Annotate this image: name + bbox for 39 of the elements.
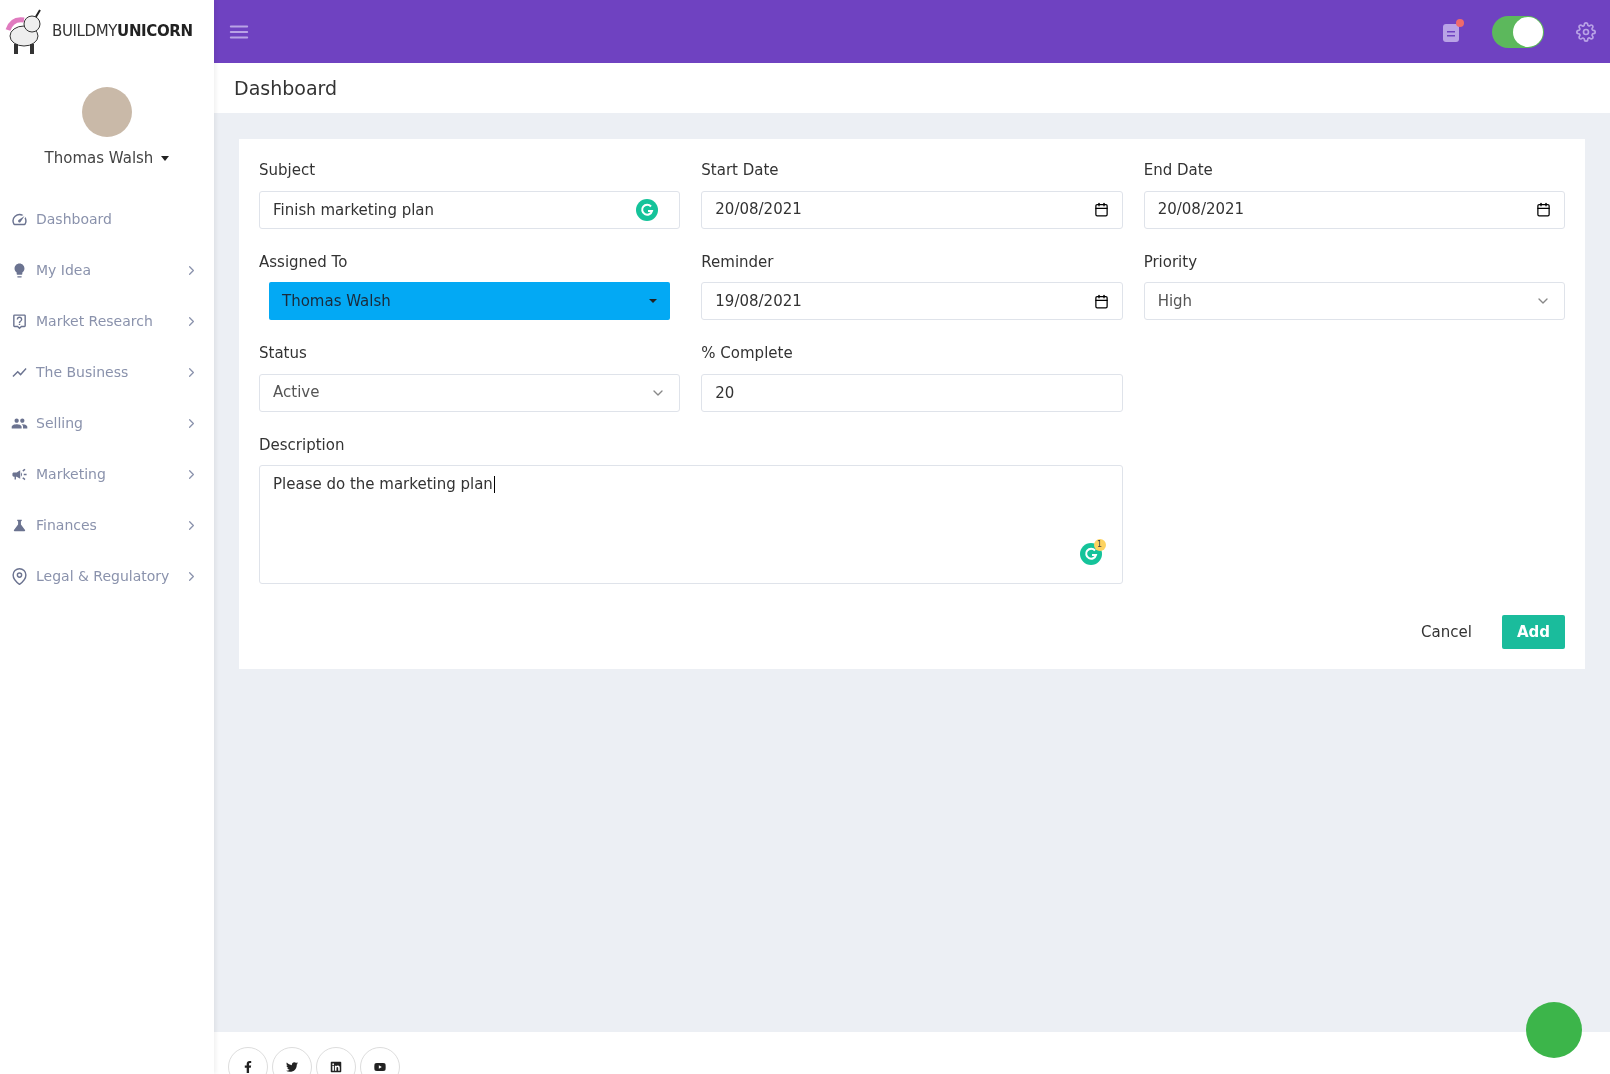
text-field[interactable]: Finish marketing plan [259, 190, 681, 229]
page-title: Dashboard [234, 75, 338, 101]
chat-button[interactable] [1526, 1002, 1582, 1058]
field-label: End Date [1143, 160, 1214, 181]
notification-count: 1 [1093, 538, 1106, 551]
field-label: Priority [1143, 251, 1199, 273]
select-field[interactable]: High [1143, 282, 1565, 320]
question-bubble-icon [11, 312, 28, 330]
settings-icon[interactable] [1576, 21, 1596, 42]
user-menu[interactable]: Thomas Walsh [44, 147, 170, 170]
cancel-button[interactable]: Cancel [1421, 615, 1472, 649]
field-label: Status [259, 343, 308, 364]
select-field[interactable]: Active [259, 373, 681, 412]
field-label: Reminder [701, 251, 775, 273]
calendar-icon[interactable] [1093, 202, 1109, 217]
field-label: Start Date [701, 160, 780, 181]
field-value: Please do the marketing plan [273, 475, 493, 493]
caret-icon [649, 299, 658, 303]
avatar [82, 87, 132, 137]
map-pin-icon [11, 567, 28, 585]
date-field[interactable]: 20/08/2021 [1143, 190, 1565, 229]
bird-icon [286, 1061, 298, 1073]
date-field[interactable]: 20/08/2021 [701, 190, 1123, 229]
field-label: % Complete [701, 343, 794, 364]
caret-icon [161, 155, 170, 161]
calendar-icon[interactable] [1093, 293, 1109, 309]
field-label: Description [259, 434, 346, 456]
text-field[interactable]: 20 [701, 373, 1123, 412]
toggle-switch[interactable] [1492, 15, 1544, 48]
facebook-icon [242, 1061, 254, 1073]
play-icon [374, 1061, 386, 1073]
brand-name: BUILDMYUNICORN [52, 21, 193, 43]
description-field[interactable]: Please do the marketing plan 1 [259, 465, 1123, 584]
calendar-icon[interactable] [1536, 202, 1551, 217]
date-field[interactable]: 19/08/2021 [701, 282, 1123, 320]
field-label: Subject [259, 160, 317, 181]
assignee-dropdown[interactable]: Thomas Walsh [269, 282, 671, 320]
field-label: Assigned To [259, 251, 349, 273]
linkedin-icon [330, 1061, 342, 1073]
